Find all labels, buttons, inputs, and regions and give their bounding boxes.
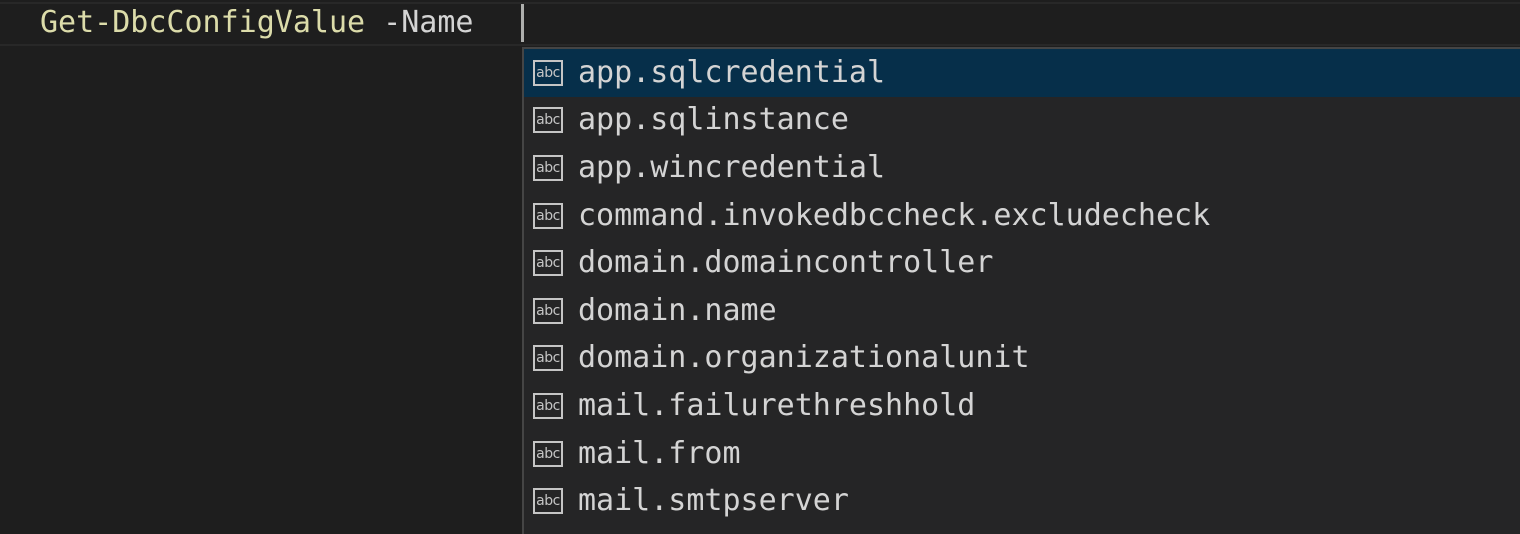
suggestion-label: mail.from	[578, 435, 741, 471]
code-line[interactable]: Get-DbcConfigValue -Name	[40, 3, 473, 43]
abc-text-icon: abc	[533, 440, 563, 467]
suggestion-label: domain.organizationalunit	[578, 340, 1030, 376]
suggestion-label: app.sqlcredential	[578, 54, 886, 90]
suggestion-label: domain.domaincontroller	[578, 245, 994, 281]
suggestion-label: mail.failurethreshhold	[578, 387, 976, 423]
suggestion-item[interactable]: abc app.wincredential	[524, 144, 1520, 192]
suggestion-item[interactable]: abc domain.name	[524, 287, 1520, 335]
suggestion-label: command.invokedbccheck.excludecheck	[578, 197, 1211, 233]
suggestion-item[interactable]: abc domain.organizationalunit	[524, 335, 1520, 383]
abc-text-icon: abc	[533, 345, 563, 372]
suggestion-item[interactable]: abc mail.smtpserver	[524, 477, 1520, 525]
suggestion-label: domain.name	[578, 292, 777, 328]
suggestion-label: app.sqlinstance	[578, 102, 849, 138]
text-cursor	[521, 4, 524, 42]
code-editor[interactable]: Get-DbcConfigValue -Name abc app.sqlcred…	[0, 0, 1520, 534]
suggestion-label: mail.smtpserver	[578, 483, 849, 519]
command-token: Get-DbcConfigValue	[40, 5, 366, 40]
abc-text-icon: abc	[533, 392, 563, 419]
abc-text-icon: abc	[533, 488, 563, 515]
suggestion-list[interactable]: abc app.sqlcredential abc app.sqlinstanc…	[522, 47, 1520, 534]
suggestion-label: app.wincredential	[578, 149, 886, 185]
abc-text-icon: abc	[533, 297, 563, 324]
suggestion-item[interactable]: abc mail.failurethreshhold	[524, 382, 1520, 430]
suggestion-item[interactable]: abc app.sqlinstance	[524, 97, 1520, 145]
parameter-token: -Name	[383, 5, 474, 40]
abc-text-icon: abc	[533, 59, 563, 86]
abc-text-icon: abc	[533, 107, 563, 134]
suggestion-item[interactable]: abc command.invokedbccheck.excludecheck	[524, 192, 1520, 240]
suggestion-item[interactable]: abc domain.domaincontroller	[524, 239, 1520, 287]
abc-text-icon: abc	[533, 154, 563, 181]
abc-text-icon: abc	[533, 250, 563, 277]
suggestion-item[interactable]: abc mail.from	[524, 430, 1520, 478]
abc-text-icon: abc	[533, 202, 563, 229]
suggestion-item[interactable]: abc app.sqlcredential	[524, 49, 1520, 97]
